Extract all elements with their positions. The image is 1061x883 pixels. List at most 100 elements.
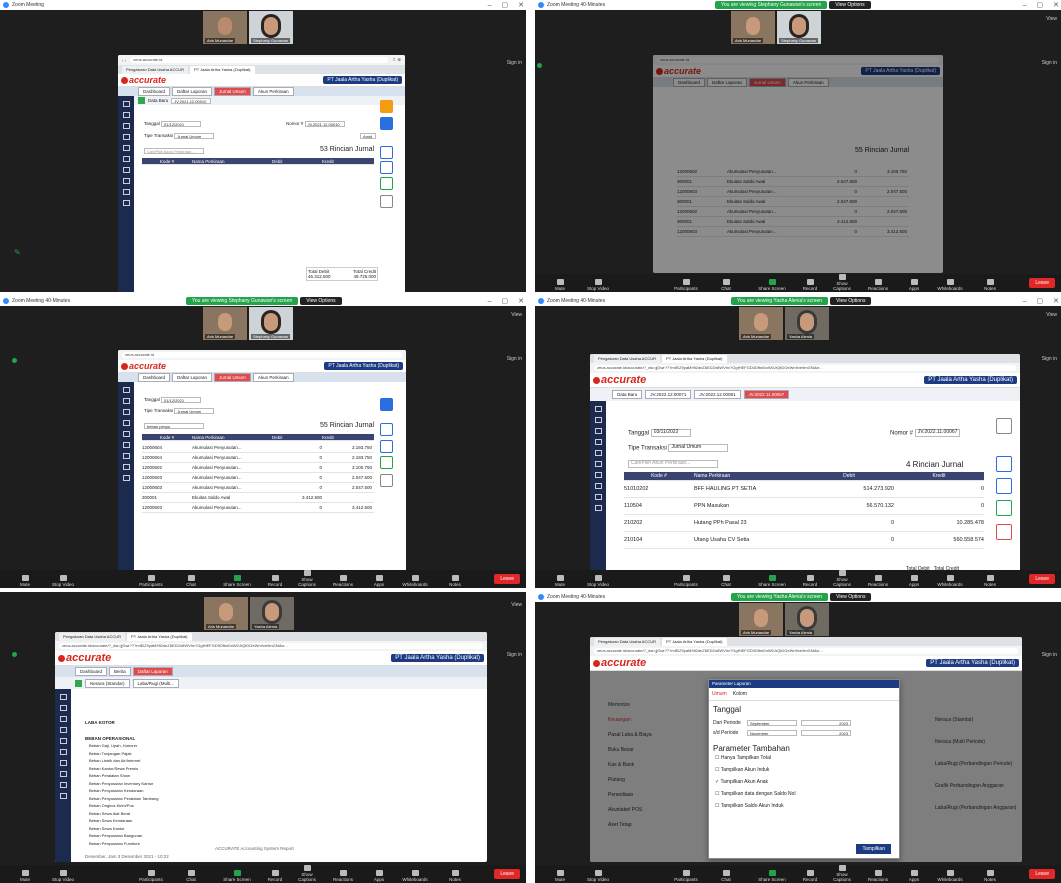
tab-jurnal-umum[interactable]: Jurnal Umum	[214, 87, 251, 96]
toolbar-participants[interactable]: Participants	[136, 575, 166, 587]
tab-kolom[interactable]: Kolom	[733, 691, 747, 697]
table-row[interactable]: 12000603 Akumulasi Penyusutan... 0 2.047.50…	[142, 473, 374, 483]
leave-button[interactable]: Leave	[1029, 574, 1055, 584]
toolbar-apps[interactable]: Apps	[364, 870, 394, 882]
sign-in-link[interactable]: Sign in	[507, 60, 522, 66]
toolbar-share-screen[interactable]: Share Screen	[757, 575, 787, 587]
toolbar-reactions[interactable]: Reactions	[328, 870, 358, 882]
toolbar-whiteboards[interactable]: Whiteboards	[935, 279, 965, 291]
account-search-input[interactable]: beban penyu	[144, 423, 204, 429]
toolbar-participants[interactable]: Participants	[671, 870, 701, 882]
back-icon[interactable]: ‹ ›	[122, 58, 126, 63]
table-row[interactable]: 12000602 Akumulasi Penyusutan... 0 2.047.50…	[677, 207, 909, 217]
journal-tab[interactable]: JV.2022.12.00071	[645, 390, 692, 399]
leave-button[interactable]: Leave	[494, 574, 520, 584]
toolbar-whiteboards[interactable]: Whiteboards	[935, 870, 965, 882]
tipe-input[interactable]: Jurnal Umum	[174, 133, 215, 139]
toolbar-share-screen[interactable]: Share Screen	[757, 870, 787, 882]
toolbar-notes[interactable]: Notes	[440, 575, 470, 587]
toolbar-record[interactable]: Record	[795, 575, 825, 587]
account-search-input[interactable]: Cari/Pilih Akun Perkiraan...	[144, 148, 204, 154]
toolbar-chat[interactable]: Chat	[711, 575, 741, 587]
tab-daftar-laporan[interactable]: Daftar Laporan	[172, 87, 213, 96]
tab-dashboard[interactable]: Dashboard	[138, 87, 171, 96]
toolbar-record[interactable]: Record	[795, 870, 825, 882]
tab-laba-rugi[interactable]: Laba/Rugi (Multi...	[132, 678, 180, 688]
view-options-button[interactable]: View Options	[300, 297, 342, 305]
table-row[interactable]: 51010202 BFF HAULING PT SETIA 514.273.920 0	[624, 481, 984, 498]
save-button[interactable]	[380, 398, 393, 411]
doc-icon[interactable]	[380, 146, 393, 159]
toolbar-mute[interactable]: Mute	[10, 870, 40, 882]
toolbar-chat[interactable]: Chat	[176, 870, 206, 882]
window-controls[interactable]: – ▢ ✕	[488, 0, 524, 10]
journal-tab[interactable]: JV.2022.12.00081	[694, 390, 741, 399]
table-row[interactable]: 12000602 Akumulasi Penyusutan... 0 3.100.75…	[142, 463, 374, 473]
toolbar-chat[interactable]: Chat	[176, 575, 206, 587]
toolbar-stop-video[interactable]: Stop Video	[583, 575, 613, 587]
table-row[interactable]: 12000602 Akumulasi Penyusutan... 0 3.100.75…	[677, 167, 909, 177]
to-year-input[interactable]: 2023	[801, 730, 851, 736]
table-row[interactable]: 300001 Ekuitas Saldo Awal 2.047.500	[677, 177, 909, 187]
toolbar-reactions[interactable]: Reactions	[328, 575, 358, 587]
account-search-input[interactable]: Cari/Pilih Akun Perkiraan...	[628, 460, 718, 468]
save-button[interactable]	[380, 117, 393, 130]
table-row[interactable]: 12000603 Akumulasi Penyusutan... 0 3.412.50…	[142, 503, 374, 513]
toolbar-share-screen[interactable]: Share Screen	[757, 279, 787, 291]
table-row[interactable]: 12000603 Akumulasi Penyusutan... 0 3.412.50…	[677, 227, 909, 237]
tab-neraca[interactable]: Neraca (Standar)	[85, 678, 130, 688]
toolbar-reactions[interactable]: Reactions	[863, 575, 893, 587]
toolbar-notes[interactable]: Notes	[975, 575, 1005, 587]
toolbar-participants[interactable]: Participants	[136, 870, 166, 882]
view-button[interactable]: View	[1046, 16, 1057, 22]
toolbar-show-captions[interactable]: Show Captions	[292, 570, 322, 587]
nomor-input[interactable]: JV.2022.11.00067	[914, 429, 961, 437]
table-row[interactable]: 300001 Ekuitas Saldo Awal 3.412.500	[142, 493, 374, 503]
orange-button[interactable]	[380, 100, 393, 113]
toolbar-apps[interactable]: Apps	[899, 870, 929, 882]
delete-button[interactable]	[996, 524, 1012, 540]
checkbox-option[interactable]: ☐ Hanya Tampilkan Total	[715, 755, 893, 767]
company-name[interactable]: PT Jaala Artha Yasha (Duplikat)	[323, 76, 402, 84]
table-row[interactable]: 110504 PPN Masukan 56.570.132 0	[624, 498, 984, 515]
toolbar-whiteboards[interactable]: Whiteboards	[935, 575, 965, 587]
toolbar-share-screen[interactable]: Share Screen	[222, 575, 252, 587]
table-row[interactable]: 12000604 Akumulasi Penyusutan... 0 2.193.75…	[142, 443, 374, 453]
table-row[interactable]: 12000604 Akumulasi Penyusutan... 0 2.193.75…	[142, 453, 374, 463]
nomor-input[interactable]: JV.2021.12.00010	[304, 121, 345, 127]
table-row[interactable]: 300001 Ekuitas Saldo Awal 2.047.500	[677, 197, 909, 207]
address-bar[interactable]: zeus.accurate.id	[130, 57, 389, 63]
table-row[interactable]: 300001 Ekuitas Saldo Awal 3.412.500	[677, 217, 909, 227]
browser-tab[interactable]: PT Jaala Artha Yasha (Duplikat)	[190, 66, 255, 74]
toolbar-record[interactable]: Record	[260, 870, 290, 882]
table-row[interactable]: 12000603 Akumulasi Penyusutan... 0 2.047.50…	[142, 483, 374, 493]
save-button[interactable]	[996, 418, 1012, 434]
toolbar-notes[interactable]: Notes	[975, 870, 1005, 882]
toolbar-whiteboards[interactable]: Whiteboards	[400, 575, 430, 587]
share-icon[interactable]: ⇪ ⊕	[392, 57, 401, 63]
toolbar-show-captions[interactable]: Show Captions	[827, 570, 857, 587]
toolbar-record[interactable]: Record	[795, 279, 825, 291]
checkbox-option[interactable]: ✓ Tampilkan Akun Anak	[715, 779, 893, 791]
toolbar-reactions[interactable]: Reactions	[863, 279, 893, 291]
journal-tab[interactable]: JV.2022.11.00067	[743, 390, 790, 399]
toolbar-stop-video[interactable]: Stop Video	[48, 575, 78, 587]
attach-icon[interactable]	[380, 161, 393, 174]
toolbar-share-screen[interactable]: Share Screen	[222, 870, 252, 882]
toolbar-record[interactable]: Record	[260, 575, 290, 587]
checkbox-option[interactable]: ☐ Tampilkan Saldo Akun Induk	[715, 803, 893, 815]
toolbar-notes[interactable]: Notes	[440, 870, 470, 882]
leave-button[interactable]: Leave	[1029, 278, 1055, 288]
toolbar-apps[interactable]: Apps	[364, 575, 394, 587]
delete-button[interactable]	[380, 195, 393, 208]
toolbar-participants[interactable]: Participants	[671, 575, 701, 587]
participant-video[interactable]: Aris Munandar	[203, 11, 247, 44]
from-year-input[interactable]: 2023	[801, 720, 851, 726]
tanggal-input[interactable]: 03/11/2022	[650, 429, 691, 437]
view-options-button[interactable]: View Options	[829, 1, 871, 9]
toolbar-show-captions[interactable]: Show Captions	[827, 274, 857, 291]
toolbar-mute[interactable]: Mute	[545, 575, 575, 587]
tab-umum[interactable]: Umum	[712, 691, 727, 697]
toolbar-reactions[interactable]: Reactions	[863, 870, 893, 882]
browser-tab[interactable]: Pengaturan Data Usaha ACCUR	[122, 66, 189, 74]
